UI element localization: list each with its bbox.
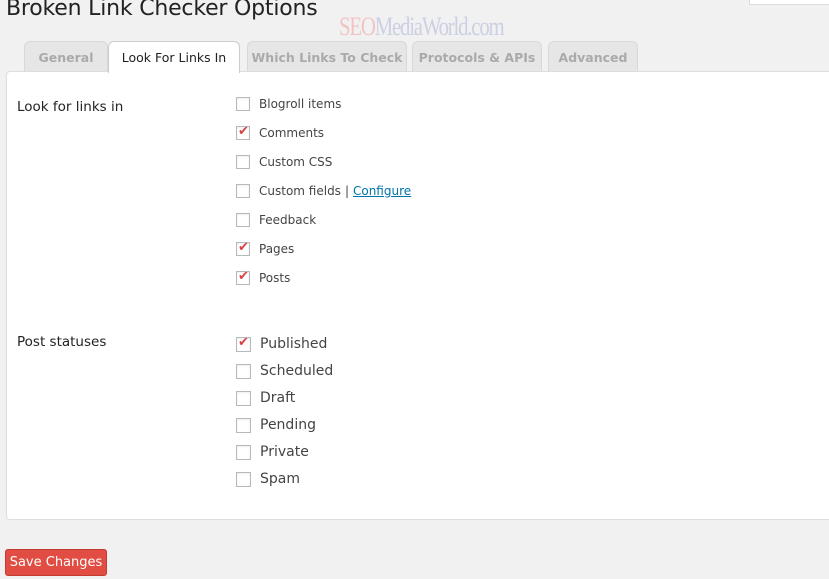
look-for-links-label: Look for links in — [17, 99, 124, 115]
option-custom-css[interactable]: Custom CSS — [236, 155, 332, 169]
option-feedback[interactable]: Feedback — [236, 213, 316, 227]
check-icon: ✔ — [238, 124, 249, 139]
watermark-logo: SEOMediaWorld.com — [339, 12, 505, 42]
option-label: Scheduled — [260, 363, 334, 379]
status-private[interactable]: Private — [236, 444, 309, 460]
screen-options-tab[interactable] — [749, 0, 829, 5]
option-comments[interactable]: ✔ Comments — [236, 124, 325, 140]
checkbox-pages[interactable]: ✔ — [236, 240, 250, 256]
check-icon: ✔ — [238, 334, 249, 350]
post-statuses-label: Post statuses — [17, 334, 107, 350]
status-scheduled[interactable]: Scheduled — [236, 363, 333, 379]
status-spam[interactable]: Spam — [236, 471, 300, 487]
checkbox-spam[interactable] — [236, 471, 251, 487]
status-pending[interactable]: Pending — [236, 417, 316, 433]
option-label: Custom CSS — [259, 155, 333, 169]
option-label: Posts — [259, 271, 291, 285]
option-label: Draft — [260, 390, 296, 406]
checkbox-feedback[interactable] — [236, 213, 250, 227]
option-label: Custom fields — [259, 184, 341, 198]
option-label: Published — [260, 336, 328, 352]
status-draft[interactable]: Draft — [236, 390, 295, 406]
checkbox-pending[interactable] — [236, 417, 251, 433]
option-label: Spam — [260, 471, 300, 487]
option-label: Private — [260, 444, 309, 460]
checkbox-scheduled[interactable] — [236, 363, 251, 379]
separator: | — [344, 184, 349, 198]
check-icon: ✔ — [238, 240, 249, 255]
option-label: Feedback — [259, 213, 317, 227]
tab-which-links-to-check[interactable]: Which Links To Check — [247, 41, 407, 71]
settings-panel: Look for links in Blogroll items ✔ Comme… — [6, 71, 829, 520]
tab-general[interactable]: General — [24, 41, 108, 71]
tab-look-for-links-in[interactable]: Look For Links In — [108, 41, 240, 73]
option-label: Pending — [260, 417, 316, 433]
checkbox-custom-fields[interactable] — [236, 184, 250, 198]
checkbox-blogroll-items[interactable] — [236, 97, 250, 111]
option-label: Pages — [259, 242, 295, 256]
page-title: Broken Link Checker Options — [6, 0, 318, 21]
tab-advanced[interactable]: Advanced — [548, 41, 638, 71]
watermark-part2: MediaWorld.com — [374, 12, 505, 41]
option-label: Blogroll items — [259, 97, 342, 111]
checkbox-draft[interactable] — [236, 390, 251, 406]
checkbox-private[interactable] — [236, 444, 251, 460]
status-published[interactable]: ✔ Published — [236, 334, 328, 352]
save-changes-button[interactable]: Save Changes — [5, 549, 107, 576]
option-pages[interactable]: ✔ Pages — [236, 240, 295, 256]
option-label: Comments — [259, 126, 325, 140]
configure-link[interactable]: Configure — [353, 184, 411, 198]
watermark-part1: SEO — [339, 12, 376, 41]
tab-protocols-apis[interactable]: Protocols & APIs — [412, 41, 542, 71]
option-posts[interactable]: ✔ Posts — [236, 269, 291, 285]
check-icon: ✔ — [238, 269, 249, 284]
checkbox-custom-css[interactable] — [236, 155, 250, 169]
checkbox-published[interactable]: ✔ — [236, 334, 251, 352]
option-custom-fields[interactable]: Custom fields | Configure — [236, 184, 411, 198]
checkbox-posts[interactable]: ✔ — [236, 269, 250, 285]
checkbox-comments[interactable]: ✔ — [236, 124, 250, 140]
option-blogroll-items[interactable]: Blogroll items — [236, 97, 341, 111]
